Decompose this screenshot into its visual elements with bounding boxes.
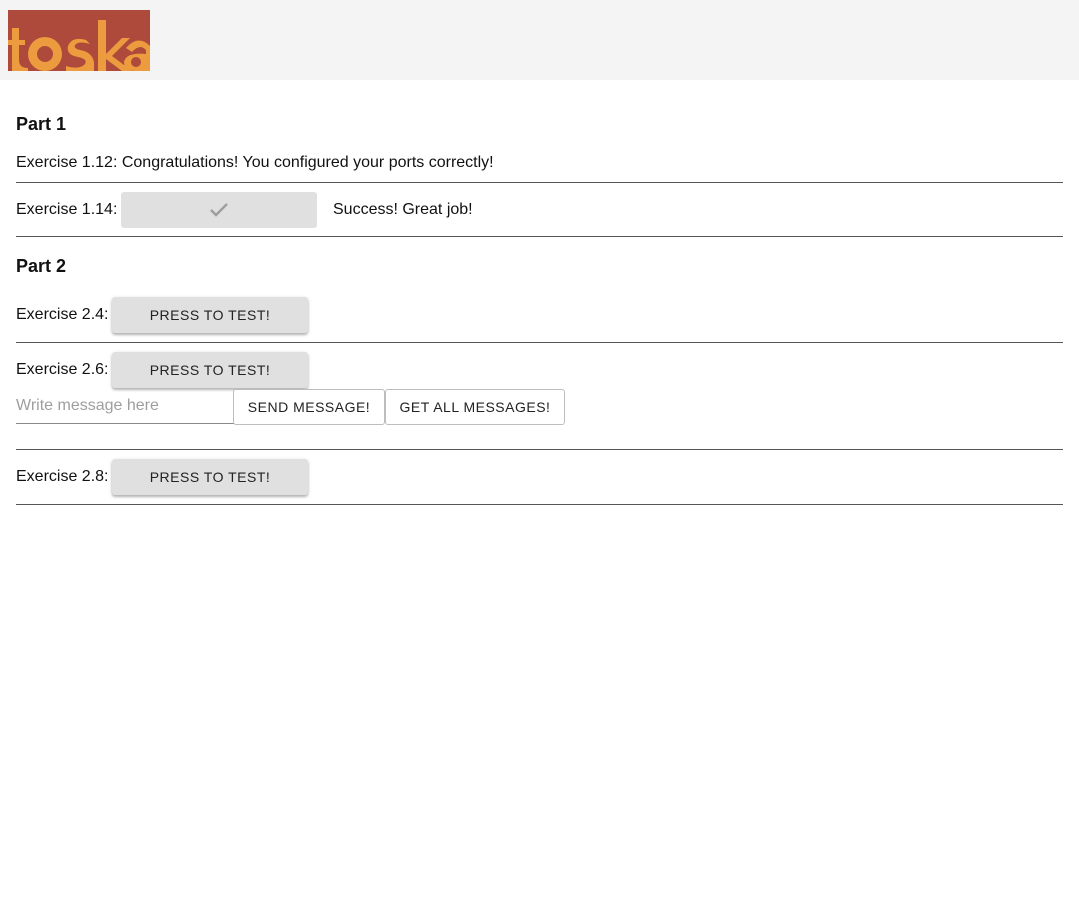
get-all-messages-button[interactable]: GET ALL MESSAGES! <box>385 389 565 425</box>
exercise-1-12-message: Congratulations! You configured your por… <box>121 154 494 171</box>
divider <box>16 342 1063 343</box>
exercise-2-4-test-button[interactable]: PRESS TO TEST! <box>112 297 308 333</box>
exercise-2-8-label: Exercise 2.8: <box>16 468 109 485</box>
send-message-button[interactable]: SEND MESSAGE! <box>233 389 385 425</box>
app-header <box>0 0 1079 80</box>
exercise-2-6-test-button[interactable]: PRESS TO TEST! <box>112 352 308 388</box>
divider <box>16 236 1063 237</box>
divider <box>16 504 1063 505</box>
exercise-1-14-done-button <box>121 192 317 228</box>
exercise-2-6-label: Exercise 2.6: <box>16 361 109 378</box>
part1-title: Part 1 <box>16 114 67 134</box>
divider <box>16 182 1063 183</box>
divider <box>16 449 1063 450</box>
toska-logo <box>8 10 150 71</box>
exercise-1-14-status: Success! Great job! <box>333 201 473 218</box>
exercise-2-4-label: Exercise 2.4: <box>16 306 109 323</box>
exercise-2-8-test-button[interactable]: PRESS TO TEST! <box>112 459 308 495</box>
exercise-1-14-label: Exercise 1.14: <box>16 201 118 218</box>
part2-title: Part 2 <box>16 256 67 276</box>
check-icon <box>210 203 228 217</box>
message-input[interactable] <box>16 388 234 424</box>
exercise-1-12-row: Exercise 1.12: Congratulations! You conf… <box>16 153 494 173</box>
exercise-1-12-label: Exercise 1.12: <box>16 154 118 171</box>
